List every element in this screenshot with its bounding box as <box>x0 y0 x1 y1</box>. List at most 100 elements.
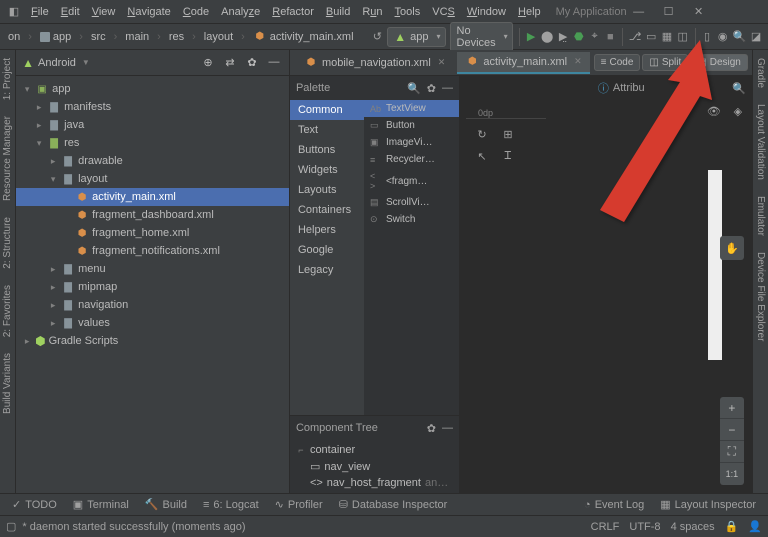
eye-icon[interactable]: 👁 <box>706 105 722 121</box>
bt-layout-inspector[interactable]: ▦Layout Inspector <box>654 496 762 513</box>
pal-item-switch[interactable]: ⊙Switch <box>364 211 459 228</box>
gear-icon[interactable]: ✿ <box>245 56 259 69</box>
rail-structure[interactable]: 2: Structure <box>2 213 13 273</box>
ct-nav-host[interactable]: <>nav_host_fragment an… <box>290 475 459 491</box>
rail-device-explorer[interactable]: Device File Explorer <box>755 248 766 345</box>
palette-gear-icon[interactable]: ✿ <box>427 82 436 95</box>
profile-icon[interactable]: ⬣ <box>573 27 585 47</box>
tree-drawable[interactable]: ▸▇drawable <box>16 152 289 170</box>
menu-edit[interactable]: Edit <box>56 4 85 20</box>
coverage-icon[interactable]: ▶̤ <box>557 27 569 47</box>
attr-search-icon[interactable]: 🔍 <box>732 82 746 95</box>
breadcrumb-app[interactable]: app <box>38 31 73 43</box>
pal-item-textview[interactable]: AbTextView <box>364 100 459 117</box>
tree-java[interactable]: ▸▇java <box>16 116 289 134</box>
bt-build[interactable]: 🔨Build <box>139 496 193 513</box>
indent[interactable]: 4 spaces <box>671 521 715 533</box>
view-split[interactable]: ◫Split <box>642 54 688 71</box>
menu-tools[interactable]: Tools <box>390 4 426 20</box>
debug-icon[interactable]: ⬤ <box>541 27 553 47</box>
menu-help[interactable]: Help <box>513 4 546 20</box>
tree-values[interactable]: ▸▇values <box>16 314 289 332</box>
zoom-in[interactable]: + <box>720 397 744 419</box>
rail-favorites[interactable]: 2: Favorites <box>2 281 13 341</box>
menu-vcs[interactable]: VCS <box>427 4 460 20</box>
rail-build-variants[interactable]: Build Variants <box>2 349 13 418</box>
target-icon[interactable]: ⊕ <box>201 56 215 69</box>
rail-resource-manager[interactable]: Resource Manager <box>2 112 13 205</box>
menu-navigate[interactable]: Navigate <box>122 4 175 20</box>
view-code[interactable]: ≡Code <box>594 54 641 71</box>
zoom-fit[interactable]: ⛶ <box>720 441 744 463</box>
breadcrumb-layout[interactable]: layout <box>202 31 235 43</box>
breadcrumb-main[interactable]: main <box>123 31 151 43</box>
bt-database[interactable]: ⛁Database Inspector <box>333 496 454 513</box>
bt-terminal[interactable]: ▣Terminal <box>67 496 135 513</box>
palette-hide-icon[interactable]: — <box>442 82 453 94</box>
rail-gradle[interactable]: Gradle <box>755 54 766 92</box>
menu-refactor[interactable]: Refactor <box>267 4 319 20</box>
tree-res[interactable]: ▾▇res <box>16 134 289 152</box>
tree-fragment-home[interactable]: ⬢fragment_home.xml <box>16 224 289 242</box>
menu-view[interactable]: View <box>87 4 121 20</box>
rotate-icon[interactable]: ↻ <box>474 128 490 144</box>
menu-window[interactable]: Window <box>462 4 511 20</box>
ct-nav-view[interactable]: ▭nav_view <box>290 458 459 475</box>
tree-navigation[interactable]: ▸▇navigation <box>16 296 289 314</box>
pal-cat-buttons[interactable]: Buttons <box>290 140 364 160</box>
tool-windows-icon[interactable]: ▢ <box>6 520 16 533</box>
pal-item-recyclerview[interactable]: ≡Recycler… <box>364 151 459 168</box>
cursor-icon[interactable]: ↖ <box>474 150 490 166</box>
menu-code[interactable]: Code <box>178 4 214 20</box>
tree-manifests[interactable]: ▸▇manifests <box>16 98 289 116</box>
blueprint-icon[interactable]: ◈ <box>730 105 746 121</box>
pal-item-button[interactable]: ▭Button <box>364 117 459 134</box>
project-view-selector[interactable]: Android <box>38 57 76 69</box>
tree-fragment-dashboard[interactable]: ⬢fragment_dashboard.xml <box>16 206 289 224</box>
tab-mobile-navigation[interactable]: ⬢mobile_navigation.xml✕ <box>296 53 453 73</box>
close-icon[interactable]: ✕ <box>691 4 707 20</box>
vcs-icon[interactable]: ⎇ <box>629 27 642 47</box>
pal-item-scrollview[interactable]: ▤ScrollVi… <box>364 194 459 211</box>
palette-search-icon[interactable]: 🔍 <box>407 82 421 95</box>
sync-icon[interactable]: ↺ <box>372 27 384 47</box>
rail-emulator[interactable]: Emulator <box>755 192 766 240</box>
minimize-icon[interactable]: — <box>631 4 647 20</box>
menu-analyze[interactable]: Analyze <box>216 4 265 20</box>
zoom-out[interactable]: − <box>720 419 744 441</box>
breadcrumb-file[interactable]: ⬢activity_main.xml <box>251 30 356 44</box>
resource-icon[interactable]: ◫ <box>677 27 689 47</box>
run-icon[interactable]: ▶ <box>525 27 537 47</box>
bt-logcat[interactable]: ≡6: Logcat <box>197 497 265 513</box>
tree-menu[interactable]: ▸▇menu <box>16 260 289 278</box>
pal-cat-widgets[interactable]: Widgets <box>290 160 364 180</box>
line-sep[interactable]: CRLF <box>591 521 620 533</box>
search-icon[interactable]: 🔍 <box>733 27 747 47</box>
pal-cat-containers[interactable]: Containers <box>290 200 364 220</box>
bt-profiler[interactable]: ∿Profiler <box>269 496 329 513</box>
hide-icon[interactable]: — <box>267 56 281 69</box>
pan-icon[interactable]: ✋ <box>720 236 744 260</box>
menu-file[interactable]: File <box>26 4 54 20</box>
zoom-1-1[interactable]: 1:1 <box>720 463 744 485</box>
sdk-icon[interactable]: ▦ <box>661 27 673 47</box>
pal-cat-layouts[interactable]: Layouts <box>290 180 364 200</box>
bt-todo[interactable]: ✓TODO <box>6 496 63 513</box>
pal-cat-legacy[interactable]: Legacy <box>290 260 364 280</box>
pal-cat-text[interactable]: Text <box>290 120 364 140</box>
ct-gear-icon[interactable]: ✿ <box>427 422 436 435</box>
bt-event-log[interactable]: ◔Event Log <box>578 496 650 513</box>
text-cursor-icon[interactable]: Ꮖ <box>500 150 516 166</box>
design-canvas[interactable]: ⓘ Attribu 🔍 0dp 👁 ◈ ↻ ⊞ ↖ Ꮖ <box>460 76 752 493</box>
lock-icon[interactable]: 🔒 <box>725 520 739 533</box>
tree-fragment-notifications[interactable]: ⬢fragment_notifications.xml <box>16 242 289 260</box>
pal-cat-helpers[interactable]: Helpers <box>290 220 364 240</box>
menu-build[interactable]: Build <box>321 4 355 20</box>
close-tab-icon[interactable]: ✕ <box>574 56 582 67</box>
stop-icon[interactable]: ■ <box>604 27 616 47</box>
view-design[interactable]: ▦Design <box>690 54 748 71</box>
tab-activity-main[interactable]: ⬢activity_main.xml✕ <box>457 52 589 74</box>
breadcrumb-on[interactable]: on <box>6 31 22 43</box>
close-tab-icon[interactable]: ✕ <box>438 57 446 68</box>
avd-icon[interactable]: ▭ <box>645 27 657 47</box>
